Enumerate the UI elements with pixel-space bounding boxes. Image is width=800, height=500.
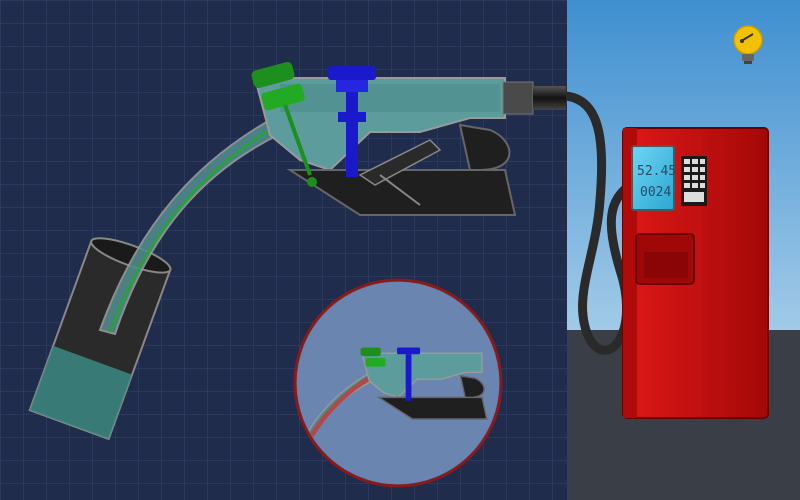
scene-canvas: 52.45 0024	[0, 0, 800, 500]
lightbulb-icon[interactable]	[733, 25, 763, 55]
pump-readout-volume: 0024	[640, 185, 671, 200]
fuel-pump: 52.45 0024	[622, 127, 769, 419]
pump-keypad	[681, 156, 707, 206]
game-stage: 52.45 0024	[0, 0, 800, 500]
nozzle-coupling	[502, 81, 534, 115]
pump-readout-price: 52.45	[637, 164, 676, 179]
